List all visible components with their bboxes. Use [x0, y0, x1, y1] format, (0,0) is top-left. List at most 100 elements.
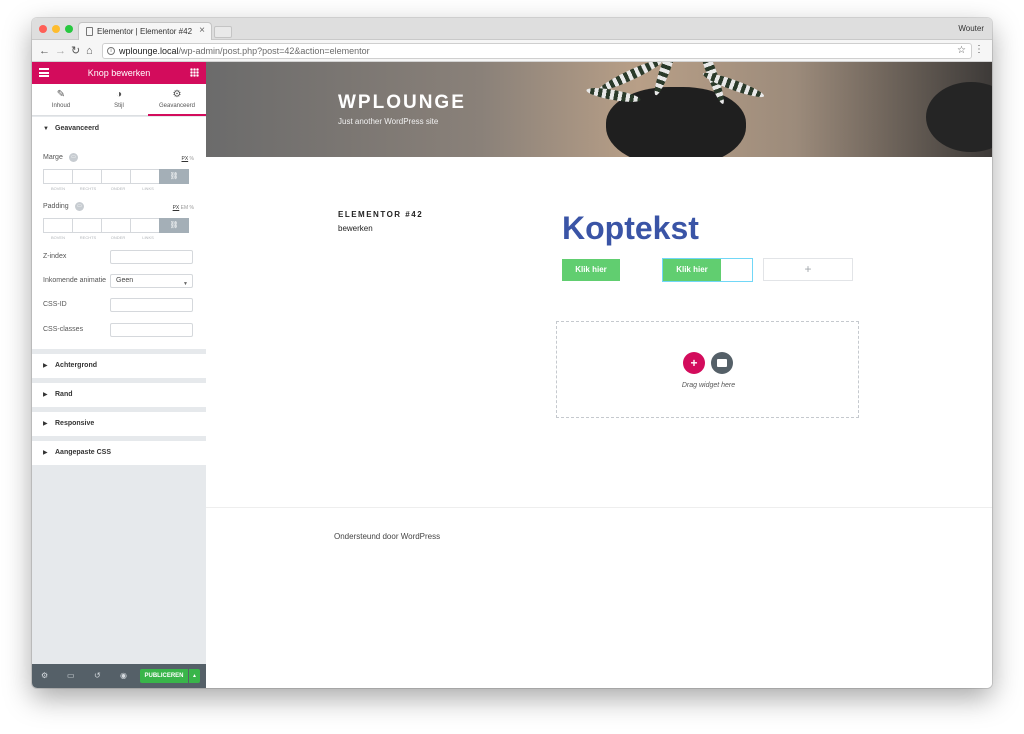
css-classes-label: CSS-classes [43, 326, 84, 333]
forward-icon[interactable]: → [55, 44, 66, 58]
drop-zone-label: Drag widget here [681, 382, 736, 389]
padding-units: PX EM % [173, 205, 194, 211]
new-tab-button[interactable] [214, 26, 232, 38]
unit-em[interactable]: EM [181, 205, 189, 211]
tab-label: Geavanceerd [158, 103, 196, 109]
tab-stijl[interactable]: ◑ Stijl [90, 84, 148, 116]
template-library-button[interactable] [711, 352, 733, 374]
browser-tab-bar: Elementor | Elementor #42 × Wouter [32, 18, 992, 40]
responsive-device-icon[interactable]: ▭ [69, 153, 78, 162]
minimize-window-button[interactable] [52, 25, 60, 33]
padding-right-input[interactable] [72, 218, 102, 233]
caret-right-icon: ▶ [43, 363, 48, 369]
browser-window: Elementor | Elementor #42 × Wouter ← → ↻… [32, 18, 992, 688]
zindex-label: Z-index [43, 253, 67, 260]
unit-px[interactable]: PX [181, 156, 188, 162]
widget-drop-zone[interactable]: + Drag widget here [556, 321, 859, 418]
plant-leaf-image [585, 85, 642, 105]
browser-menu-icon[interactable]: ⋮ [974, 44, 984, 55]
section-title: Aangepaste CSS [55, 449, 112, 456]
bookmark-star-icon[interactable]: ☆ [957, 45, 966, 56]
history-icon[interactable]: ↺ [94, 671, 101, 680]
dimension-label: ONDER [110, 186, 126, 191]
button-widget[interactable]: Klik hier [562, 259, 620, 281]
section-title: Achtergrond [55, 362, 97, 369]
link-values-icon[interactable]: ⛓ [159, 169, 189, 184]
settings-gear-icon[interactable]: ⚙ [41, 671, 48, 680]
add-section-button[interactable]: + [683, 352, 705, 374]
unit-px[interactable]: PX [173, 205, 180, 211]
section-achtergrond[interactable]: ▶ Achtergrond [32, 354, 206, 378]
dimension-label: RECHTS [79, 235, 97, 240]
zindex-input[interactable] [110, 250, 193, 264]
dimension-label: BOVEN [50, 235, 65, 240]
address-bar[interactable]: i wplounge.local/wp-admin/post.php?post=… [102, 43, 972, 59]
section-title: Rand [55, 391, 73, 398]
address-toolbar: ← → ↻ ⌂ i wplounge.local/wp-admin/post.p… [32, 40, 992, 62]
dimension-label: LINKS [142, 186, 154, 191]
responsive-device-icon[interactable]: ▭ [75, 202, 84, 211]
site-title[interactable]: WPLOUNGE [338, 92, 466, 114]
section-title[interactable]: Geavanceerd [55, 125, 99, 132]
margin-label: Marge [43, 154, 63, 161]
padding-bottom-input[interactable] [101, 218, 131, 233]
dimension-label: LINKS [142, 235, 154, 240]
margin-right-input[interactable] [72, 169, 102, 184]
section-responsive[interactable]: ▶ Responsive [32, 412, 206, 436]
responsive-mode-icon[interactable]: ▭ [67, 671, 75, 680]
panel-footer: ⚙ ▭ ↺ ◉ PUBLICEREN ▲ [32, 664, 206, 688]
url-host: wplounge.local [119, 46, 179, 56]
url-text[interactable]: wplounge.local/wp-admin/post.php?post=42… [119, 46, 370, 56]
panel-header: Knop bewerken [32, 62, 206, 84]
tab-title: Elementor | Elementor #42 [97, 27, 193, 36]
site-footer-credit[interactable]: Ondersteund door WordPress [334, 532, 440, 541]
publish-button[interactable]: PUBLICEREN [140, 669, 188, 683]
info-icon[interactable]: i [107, 47, 115, 55]
link-values-icon[interactable]: ⛓ [159, 218, 189, 233]
tab-label: Stijl [114, 103, 124, 109]
home-icon[interactable]: ⌂ [86, 44, 93, 58]
reload-icon[interactable]: ↻ [71, 44, 80, 58]
css-id-label: CSS-ID [43, 301, 67, 308]
caret-right-icon: ▶ [43, 421, 48, 427]
css-classes-input[interactable] [110, 323, 193, 337]
maximize-window-button[interactable] [65, 25, 73, 33]
document-icon [86, 27, 93, 36]
tab-inhoud[interactable]: ✎ Inhoud [32, 84, 90, 116]
animation-select[interactable]: Geen ▼ [110, 274, 193, 288]
edit-link[interactable]: bewerken [338, 224, 373, 233]
url-path: /wp-admin/post.php?post=42&action=elemen… [178, 46, 370, 56]
padding-top-input[interactable] [43, 218, 73, 233]
margin-bottom-input[interactable] [101, 169, 131, 184]
margin-left-input[interactable] [130, 169, 160, 184]
padding-left-input[interactable] [130, 218, 160, 233]
panel-title: Knop bewerken [87, 68, 151, 78]
close-window-button[interactable] [39, 25, 47, 33]
caret-right-icon: ▶ [43, 450, 48, 456]
section-aangepaste-css[interactable]: ▶ Aangepaste CSS [32, 441, 206, 465]
browser-tab[interactable]: Elementor | Elementor #42 × [78, 22, 212, 40]
margin-dimension-labels: BOVEN RECHTS ONDER LINKS [43, 186, 193, 191]
tab-geavanceerd[interactable]: ⚙ Geavanceerd [148, 84, 206, 116]
section-title: Responsive [55, 420, 95, 427]
page-title: ELEMENTOR #42 [338, 210, 424, 219]
section-rand[interactable]: ▶ Rand [32, 383, 206, 407]
dimension-label: ONDER [110, 235, 126, 240]
caret-down-icon[interactable]: ▼ [43, 126, 49, 132]
profile-name[interactable]: Wouter [958, 24, 984, 33]
widgets-grid-icon[interactable] [190, 68, 199, 77]
css-id-input[interactable] [110, 298, 193, 312]
panel-tabs: ✎ Inhoud ◑ Stijl ⚙ Geavanceerd [32, 84, 206, 116]
close-tab-icon[interactable]: × [199, 25, 205, 36]
unit-percent[interactable]: % [190, 156, 194, 162]
heading-widget[interactable]: Koptekst [562, 210, 699, 247]
elementor-panel: Knop bewerken ✎ Inhoud ◑ Stijl ⚙ Geavanc… [32, 62, 206, 688]
back-icon[interactable]: ← [39, 44, 50, 58]
preview-eye-icon[interactable]: ◉ [120, 671, 127, 680]
publish-options-caret-icon[interactable]: ▲ [189, 669, 200, 683]
button-widget-selected[interactable]: Klik hier [663, 259, 721, 281]
animation-value: Geen [116, 277, 134, 284]
unit-percent[interactable]: % [190, 205, 194, 211]
margin-top-input[interactable] [43, 169, 73, 184]
add-column-button[interactable]: + [763, 258, 853, 281]
